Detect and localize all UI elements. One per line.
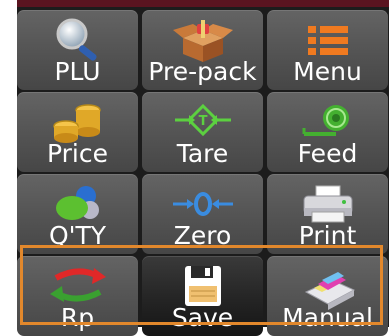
plu-button[interactable]: PLU bbox=[17, 10, 138, 90]
scale-keypad: PLU Pre-pack Menu Price T Tare Feed Q'TY… bbox=[0, 0, 392, 336]
zero-button[interactable]: Zero bbox=[142, 174, 263, 254]
zero-label: Zero bbox=[173, 221, 232, 250]
feed-button[interactable]: Feed bbox=[267, 92, 388, 172]
print-button[interactable]: Print bbox=[267, 174, 388, 254]
plu-label: PLU bbox=[54, 57, 101, 86]
save-button[interactable]: Save bbox=[142, 256, 263, 336]
key-panel: PLU Pre-pack Menu Price T Tare Feed Q'TY… bbox=[17, 7, 389, 336]
pre-pack-label: Pre-pack bbox=[148, 57, 257, 86]
price-button[interactable]: Price bbox=[17, 92, 138, 172]
quantity-label: Q'TY bbox=[48, 221, 107, 250]
price-label: Price bbox=[47, 139, 108, 168]
manual-button[interactable]: Manual bbox=[267, 256, 388, 336]
header-strip bbox=[17, 0, 389, 7]
feed-label: Feed bbox=[297, 139, 358, 168]
svg-text:T: T bbox=[198, 114, 207, 129]
pre-pack-button[interactable]: Pre-pack bbox=[142, 10, 263, 90]
tare-button[interactable]: T Tare bbox=[142, 92, 263, 172]
save-label: Save bbox=[171, 303, 234, 332]
menu-button[interactable]: Menu bbox=[267, 10, 388, 90]
quantity-button[interactable]: Q'TY bbox=[17, 174, 138, 254]
rp-button[interactable]: Rp bbox=[17, 256, 138, 336]
rp-label: Rp bbox=[60, 303, 95, 332]
print-label: Print bbox=[298, 221, 357, 250]
tare-label: Tare bbox=[176, 139, 229, 168]
menu-label: Menu bbox=[293, 57, 362, 86]
manual-label: Manual bbox=[282, 303, 373, 332]
